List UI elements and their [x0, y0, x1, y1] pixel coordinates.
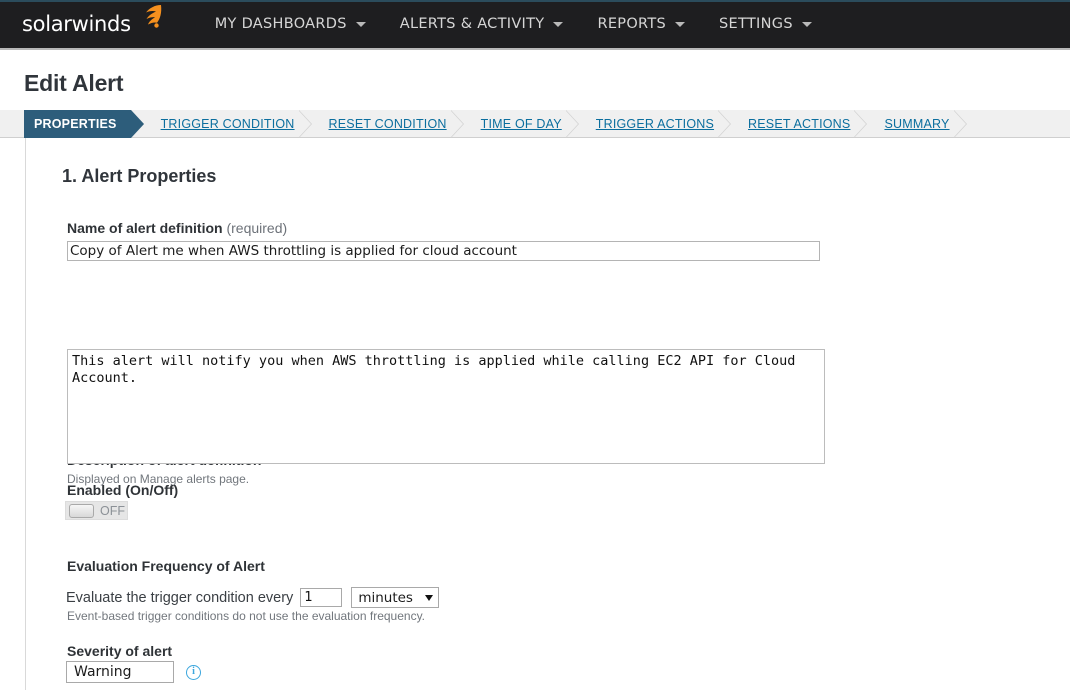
enabled-field-label: Enabled (On/Off) — [67, 482, 179, 498]
toggle-knob-icon — [69, 503, 94, 518]
tab-label: PROPERTIES — [34, 117, 117, 131]
nav-item-reports[interactable]: REPORTS — [580, 0, 702, 48]
page-title: Edit Alert — [24, 70, 124, 96]
tab-summary[interactable]: SUMMARY — [868, 110, 953, 138]
tab-arrow-icon — [130, 110, 144, 138]
wizard-step-tabs: PROPERTIES TRIGGER CONDITION RESET CONDI… — [0, 110, 1070, 138]
nav-item-label: ALERTS & ACTIVITY — [399, 16, 545, 32]
tab-separator-icon — [298, 110, 313, 138]
section-heading: 1. Alert Properties — [62, 166, 217, 186]
chevron-down-icon — [355, 21, 366, 27]
name-field-label: Name of alert definition (required) — [67, 220, 287, 236]
enabled-toggle-state: OFF — [100, 503, 125, 518]
evaluation-frequency-label: Evaluation Frequency of Alert — [67, 558, 265, 574]
tab-separator-icon — [718, 110, 732, 138]
alert-description-textarea[interactable]: This alert will notify you when AWS thro… — [67, 349, 825, 464]
nav-item-alerts-activity[interactable]: ALERTS & ACTIVITY — [383, 0, 581, 48]
tab-separator-icon — [565, 110, 580, 138]
nav-item-label: REPORTS — [597, 16, 667, 32]
nav-item-label: MY DASHBOARDS — [214, 16, 347, 32]
tab-trigger-actions[interactable]: TRIGGER ACTIONS — [580, 110, 718, 138]
severity-field-label: Severity of alert — [67, 643, 173, 659]
top-navigation-bar: solarwinds MY DASHBOARDS ALERTS & ACTIVI… — [0, 0, 1070, 50]
evaluation-frequency-row: Evaluate the trigger condition every min… — [66, 587, 439, 608]
name-field-label-text: Name of alert definition — [67, 220, 223, 236]
chevron-down-icon — [801, 21, 812, 27]
tab-properties[interactable]: PROPERTIES — [24, 110, 144, 138]
solarwinds-logo[interactable]: solarwinds — [22, 4, 164, 37]
tab-separator-icon — [450, 110, 465, 138]
tab-label: TRIGGER CONDITION — [160, 117, 295, 131]
tab-separator-icon — [854, 110, 868, 138]
tab-label: RESET CONDITION — [328, 117, 447, 131]
tab-label: RESET ACTIONS — [748, 117, 851, 131]
tab-label: TRIGGER ACTIONS — [595, 117, 715, 131]
solarwinds-flame-logo-icon — [134, 2, 164, 37]
tab-label: TIME OF DAY — [480, 117, 562, 131]
severity-select[interactable]: Warning — [66, 661, 174, 683]
nav-item-my-dashboards[interactable]: MY DASHBOARDS — [198, 0, 383, 48]
alert-name-input[interactable] — [67, 241, 820, 261]
logo-text: solarwinds — [22, 12, 131, 36]
evaluation-unit-value: minutes — [358, 589, 413, 606]
severity-value: Warning — [74, 664, 132, 680]
tab-trigger-condition[interactable]: TRIGGER CONDITION — [145, 110, 299, 138]
chevron-down-icon — [553, 21, 564, 27]
name-field-required-note: (required) — [226, 220, 288, 236]
evaluation-unit-select[interactable]: minutes — [351, 587, 439, 608]
chevron-down-icon — [424, 594, 433, 601]
tab-time-of-day[interactable]: TIME OF DAY — [465, 110, 566, 138]
info-circle-icon[interactable]: i — [186, 664, 201, 680]
evaluation-prefix-text: Evaluate the trigger condition every — [66, 589, 294, 606]
nav-item-label: SETTINGS — [719, 16, 793, 32]
evaluation-interval-input[interactable] — [300, 588, 343, 607]
tab-separator-icon — [953, 110, 968, 138]
alert-properties-panel: 1. Alert Properties Name of alert defini… — [25, 138, 1070, 690]
severity-row: Warning i — [66, 661, 201, 683]
tab-reset-actions[interactable]: RESET ACTIONS — [732, 110, 854, 138]
tab-label: SUMMARY — [884, 117, 950, 131]
tab-reset-condition[interactable]: RESET CONDITION — [313, 110, 451, 138]
chevron-down-icon — [675, 21, 686, 27]
enabled-toggle[interactable]: OFF — [65, 501, 128, 520]
nav-item-settings[interactable]: SETTINGS — [702, 0, 829, 48]
evaluation-frequency-note: Event-based trigger conditions do not us… — [67, 609, 426, 623]
